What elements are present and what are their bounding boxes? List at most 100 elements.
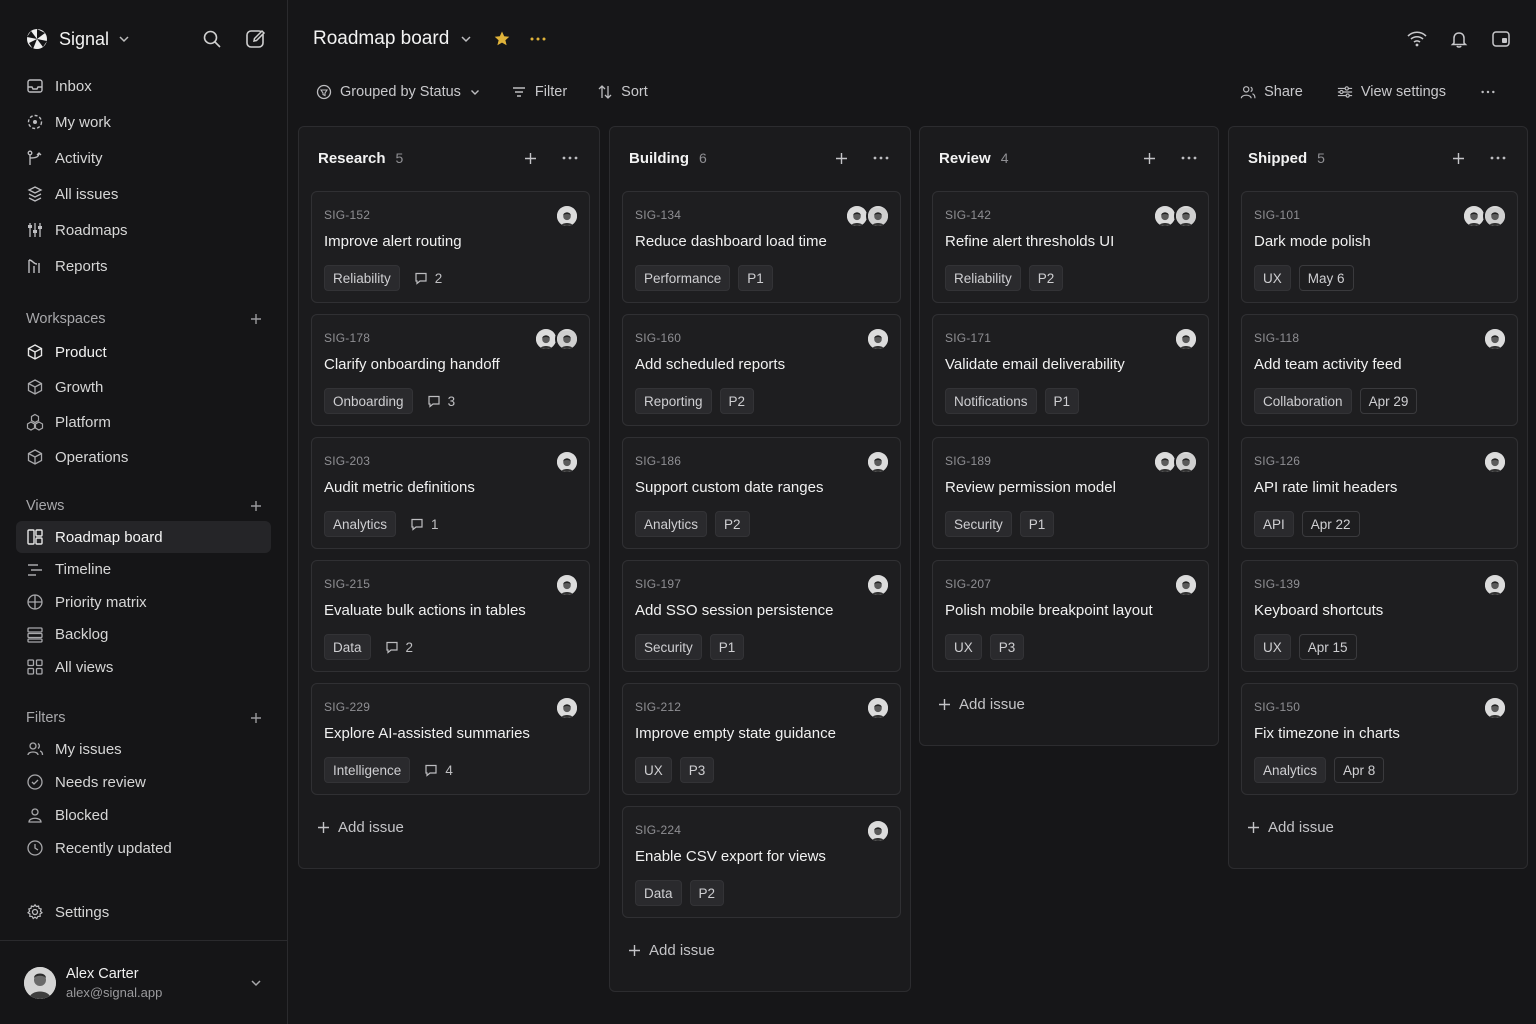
column-more-icon[interactable] [559,147,581,169]
column-more-icon[interactable] [1487,147,1509,169]
label-tag[interactable]: Reporting [635,388,712,414]
label-tag[interactable]: Reliability [945,265,1021,291]
view-item-all-views[interactable]: All views [16,651,271,683]
issue-card[interactable]: SIG-197 Add SSO session persistence Securi… [622,560,901,672]
add-card-icon[interactable] [519,147,541,169]
label-tag[interactable]: API [1254,511,1294,537]
assignee-avatar[interactable] [1174,573,1198,597]
label-tag[interactable]: UX [1254,634,1291,660]
priority-badge[interactable]: P1 [738,265,773,291]
assignee-avatar[interactable] [866,204,890,228]
assignee-avatar[interactable] [1174,450,1198,474]
page-title[interactable]: Roadmap board [313,28,449,50]
add-filter-icon[interactable] [249,711,263,725]
assignee-avatar[interactable] [866,573,890,597]
filter-item-my-issues[interactable]: My issues [16,733,271,765]
filter-item-needs-review[interactable]: Needs review [16,766,271,798]
view-item-priority-matrix[interactable]: Priority matrix [16,586,271,618]
issue-card[interactable]: SIG-160 Add scheduled reports Reporting P2 [622,314,901,426]
assignee-avatar[interactable] [555,450,579,474]
assignee-avatar[interactable] [555,696,579,720]
priority-badge[interactable]: P2 [719,388,755,414]
label-tag[interactable]: Onboarding [324,388,413,414]
nav-item-inbox[interactable]: Inbox [16,70,271,102]
issue-card[interactable]: SIG-152 Improve alert routing Reliability 2 [311,191,590,303]
label-tag[interactable]: Security [635,634,702,660]
workspace-item-product[interactable]: Product [16,336,271,368]
nav-item-reports[interactable]: Reports [16,250,271,282]
add-issue-button[interactable]: Add issue [628,939,715,961]
nav-item-roadmaps[interactable]: Roadmaps [16,214,271,246]
issue-card[interactable]: SIG-212 Improve empty state guidance UX P3 [622,683,901,795]
label-tag[interactable]: UX [945,634,982,660]
issue-card[interactable]: SIG-142 Refine alert thresholds UI Reliabi… [932,191,1209,303]
view-item-timeline[interactable]: Timeline [16,554,271,586]
sort-button[interactable]: Sort [597,84,648,100]
workspace-item-growth[interactable]: Growth [16,371,271,403]
issue-card[interactable]: SIG-203 Audit metric definitions Analytics… [311,437,590,549]
star-icon[interactable] [493,30,511,48]
priority-badge[interactable]: P1 [709,634,745,660]
nav-item-all-issues[interactable]: All issues [16,178,271,210]
chevron-down-icon[interactable] [117,32,131,46]
priority-badge[interactable]: P2 [689,880,725,906]
issue-card[interactable]: SIG-150 Fix timezone in charts Analytics Ap… [1241,683,1518,795]
label-tag[interactable]: Analytics [1254,757,1327,783]
issue-card[interactable]: SIG-134 Reduce dashboard load time Perform… [622,191,901,303]
nav-item-my-work[interactable]: My work [16,106,271,138]
assignee-avatar[interactable] [1483,450,1507,474]
wifi-icon[interactable] [1406,28,1428,50]
comment-count[interactable]: 3 [427,394,455,409]
label-tag[interactable]: Performance [635,265,731,291]
priority-badge[interactable]: P3 [679,757,715,783]
panel-icon[interactable] [1490,28,1512,50]
add-card-icon[interactable] [830,147,852,169]
assignee-avatar[interactable] [1174,204,1198,228]
label-tag[interactable]: UX [635,757,672,783]
assignee-avatar[interactable] [866,327,890,351]
share-button[interactable]: Share [1240,84,1303,100]
label-tag[interactable]: Notifications [945,388,1037,414]
comment-count[interactable]: 2 [385,640,413,655]
label-tag[interactable]: Analytics [324,511,397,537]
issue-card[interactable]: SIG-229 Explore AI-assisted summaries Inte… [311,683,590,795]
issue-card[interactable]: SIG-189 Review permission model Security P1 [932,437,1209,549]
assignee-avatar[interactable] [1174,327,1198,351]
signal-logo-icon[interactable] [26,28,48,50]
column-more-icon[interactable] [1178,147,1200,169]
priority-badge[interactable]: P1 [1044,388,1080,414]
add-workspace-icon[interactable] [249,312,263,326]
add-issue-button[interactable]: Add issue [317,816,404,838]
filter-button[interactable]: Filter [511,84,567,100]
issue-card[interactable]: SIG-101 Dark mode polish UX May 6 [1241,191,1518,303]
view-item-roadmap-board[interactable]: Roadmap board [16,521,271,553]
user-menu[interactable]: Alex Carter alex@signal.app [0,940,287,1024]
priority-badge[interactable]: P2 [1028,265,1064,291]
workspace-name[interactable]: Signal [59,29,109,50]
priority-badge[interactable]: P2 [715,511,750,537]
issue-card[interactable]: SIG-207 Polish mobile breakpoint layout UX… [932,560,1209,672]
bell-icon[interactable] [1448,28,1470,50]
label-tag[interactable]: Security [945,511,1012,537]
nav-item-settings[interactable]: Settings [16,896,271,928]
toolbar-more-button[interactable] [1480,84,1504,100]
search-icon[interactable] [201,28,223,50]
comment-count[interactable]: 4 [424,763,453,778]
assignee-avatar[interactable] [555,573,579,597]
filter-item-recently-updated[interactable]: Recently updated [16,832,271,864]
add-issue-button[interactable]: Add issue [1247,816,1334,838]
chevron-down-icon[interactable] [249,976,263,990]
assignee-avatar[interactable] [1483,573,1507,597]
assignee-avatar[interactable] [866,696,890,720]
add-card-icon[interactable] [1447,147,1469,169]
add-view-icon[interactable] [249,499,263,513]
issue-card[interactable]: SIG-224 Enable CSV export for views Data P2 [622,806,901,918]
workspace-item-platform[interactable]: Platform [16,406,271,438]
issue-card[interactable]: SIG-215 Evaluate bulk actions in tables Da… [311,560,590,672]
label-tag[interactable]: Data [635,880,682,906]
assignee-avatar[interactable] [555,327,579,351]
issue-card[interactable]: SIG-186 Support custom date ranges Analyti… [622,437,901,549]
comment-count[interactable]: 2 [414,271,442,286]
issue-card[interactable]: SIG-171 Validate email deliverability Noti… [932,314,1209,426]
comment-count[interactable]: 1 [410,517,439,532]
